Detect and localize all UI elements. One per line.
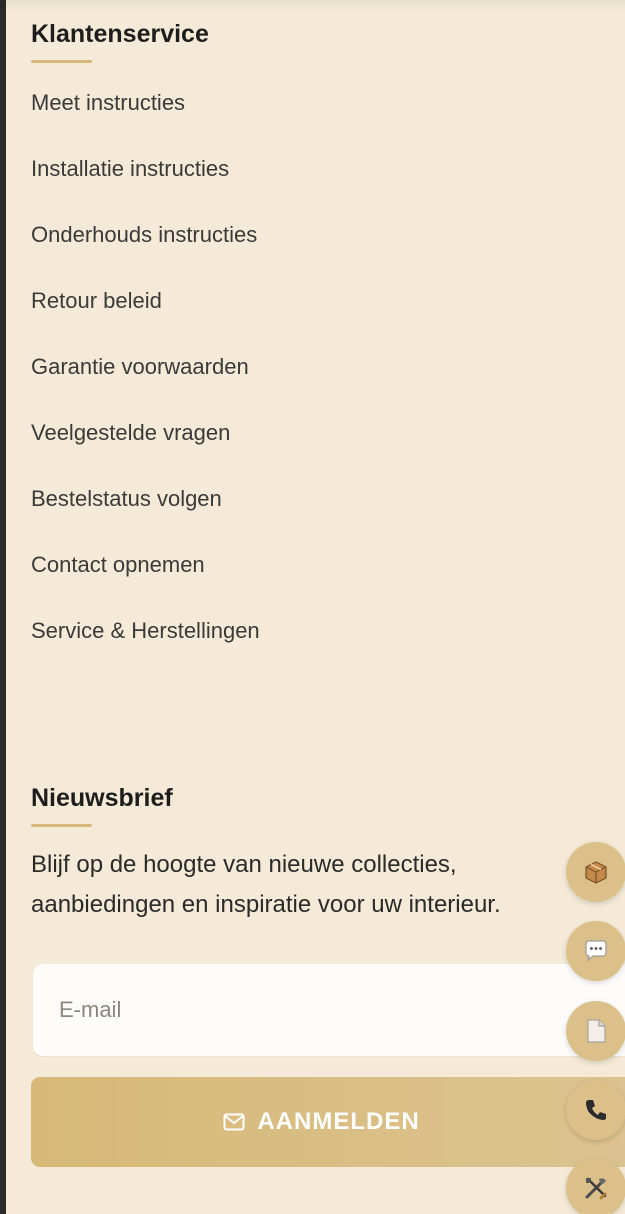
subscribe-button[interactable]: AANMELDEN xyxy=(31,1077,625,1167)
list-item: Service & Herstellingen xyxy=(31,611,260,677)
top-shadow xyxy=(6,0,625,10)
package-float-button[interactable] xyxy=(566,842,625,902)
link-veelgestelde-vragen[interactable]: Veelgestelde vragen xyxy=(31,420,230,445)
link-retour-beleid[interactable]: Retour beleid xyxy=(31,288,162,313)
customer-service-links: Meet instructies Installatie instructies… xyxy=(31,83,260,677)
link-bestelstatus-volgen[interactable]: Bestelstatus volgen xyxy=(31,486,222,511)
list-item: Veelgestelde vragen xyxy=(31,413,260,479)
list-item: Contact opnemen xyxy=(31,545,260,611)
chat-icon xyxy=(585,940,607,962)
mail-icon xyxy=(223,1113,245,1131)
link-installatie-instructies[interactable]: Installatie instructies xyxy=(31,156,229,181)
list-item: Onderhouds instructies xyxy=(31,215,260,281)
document-float-button[interactable] xyxy=(566,1001,625,1061)
chat-float-button[interactable] xyxy=(566,921,625,981)
document-icon xyxy=(587,1019,606,1043)
phone-icon xyxy=(586,1100,606,1120)
link-contact-opnemen[interactable]: Contact opnemen xyxy=(31,552,205,577)
email-field[interactable] xyxy=(33,964,625,1056)
subscribe-button-label: AANMELDEN xyxy=(257,1108,420,1135)
customer-service-heading: Klantenservice xyxy=(31,20,209,48)
link-onderhouds-instructies[interactable]: Onderhouds instructies xyxy=(31,222,257,247)
list-item: Garantie voorwaarden xyxy=(31,347,260,413)
list-item: Meet instructies xyxy=(31,83,260,149)
tools-icon xyxy=(585,1177,607,1200)
customer-service-underline xyxy=(31,60,92,63)
tools-float-button[interactable] xyxy=(566,1158,625,1214)
newsletter-description: Blijf op de hoogte van nieuwe collecties… xyxy=(31,851,501,918)
phone-float-button[interactable] xyxy=(566,1080,625,1140)
list-item: Retour beleid xyxy=(31,281,260,347)
link-service-herstellingen[interactable]: Service & Herstellingen xyxy=(31,618,260,643)
link-garantie-voorwaarden[interactable]: Garantie voorwaarden xyxy=(31,354,249,379)
newsletter-heading: Nieuwsbrief xyxy=(31,784,173,812)
link-meet-instructies[interactable]: Meet instructies xyxy=(31,90,185,115)
newsletter-underline xyxy=(31,824,92,827)
list-item: Bestelstatus volgen xyxy=(31,479,260,545)
list-item: Installatie instructies xyxy=(31,149,260,215)
left-edge-border xyxy=(0,0,6,1214)
package-icon xyxy=(585,861,607,884)
footer-page: Klantenservice Meet instructies Installa… xyxy=(0,0,625,1214)
